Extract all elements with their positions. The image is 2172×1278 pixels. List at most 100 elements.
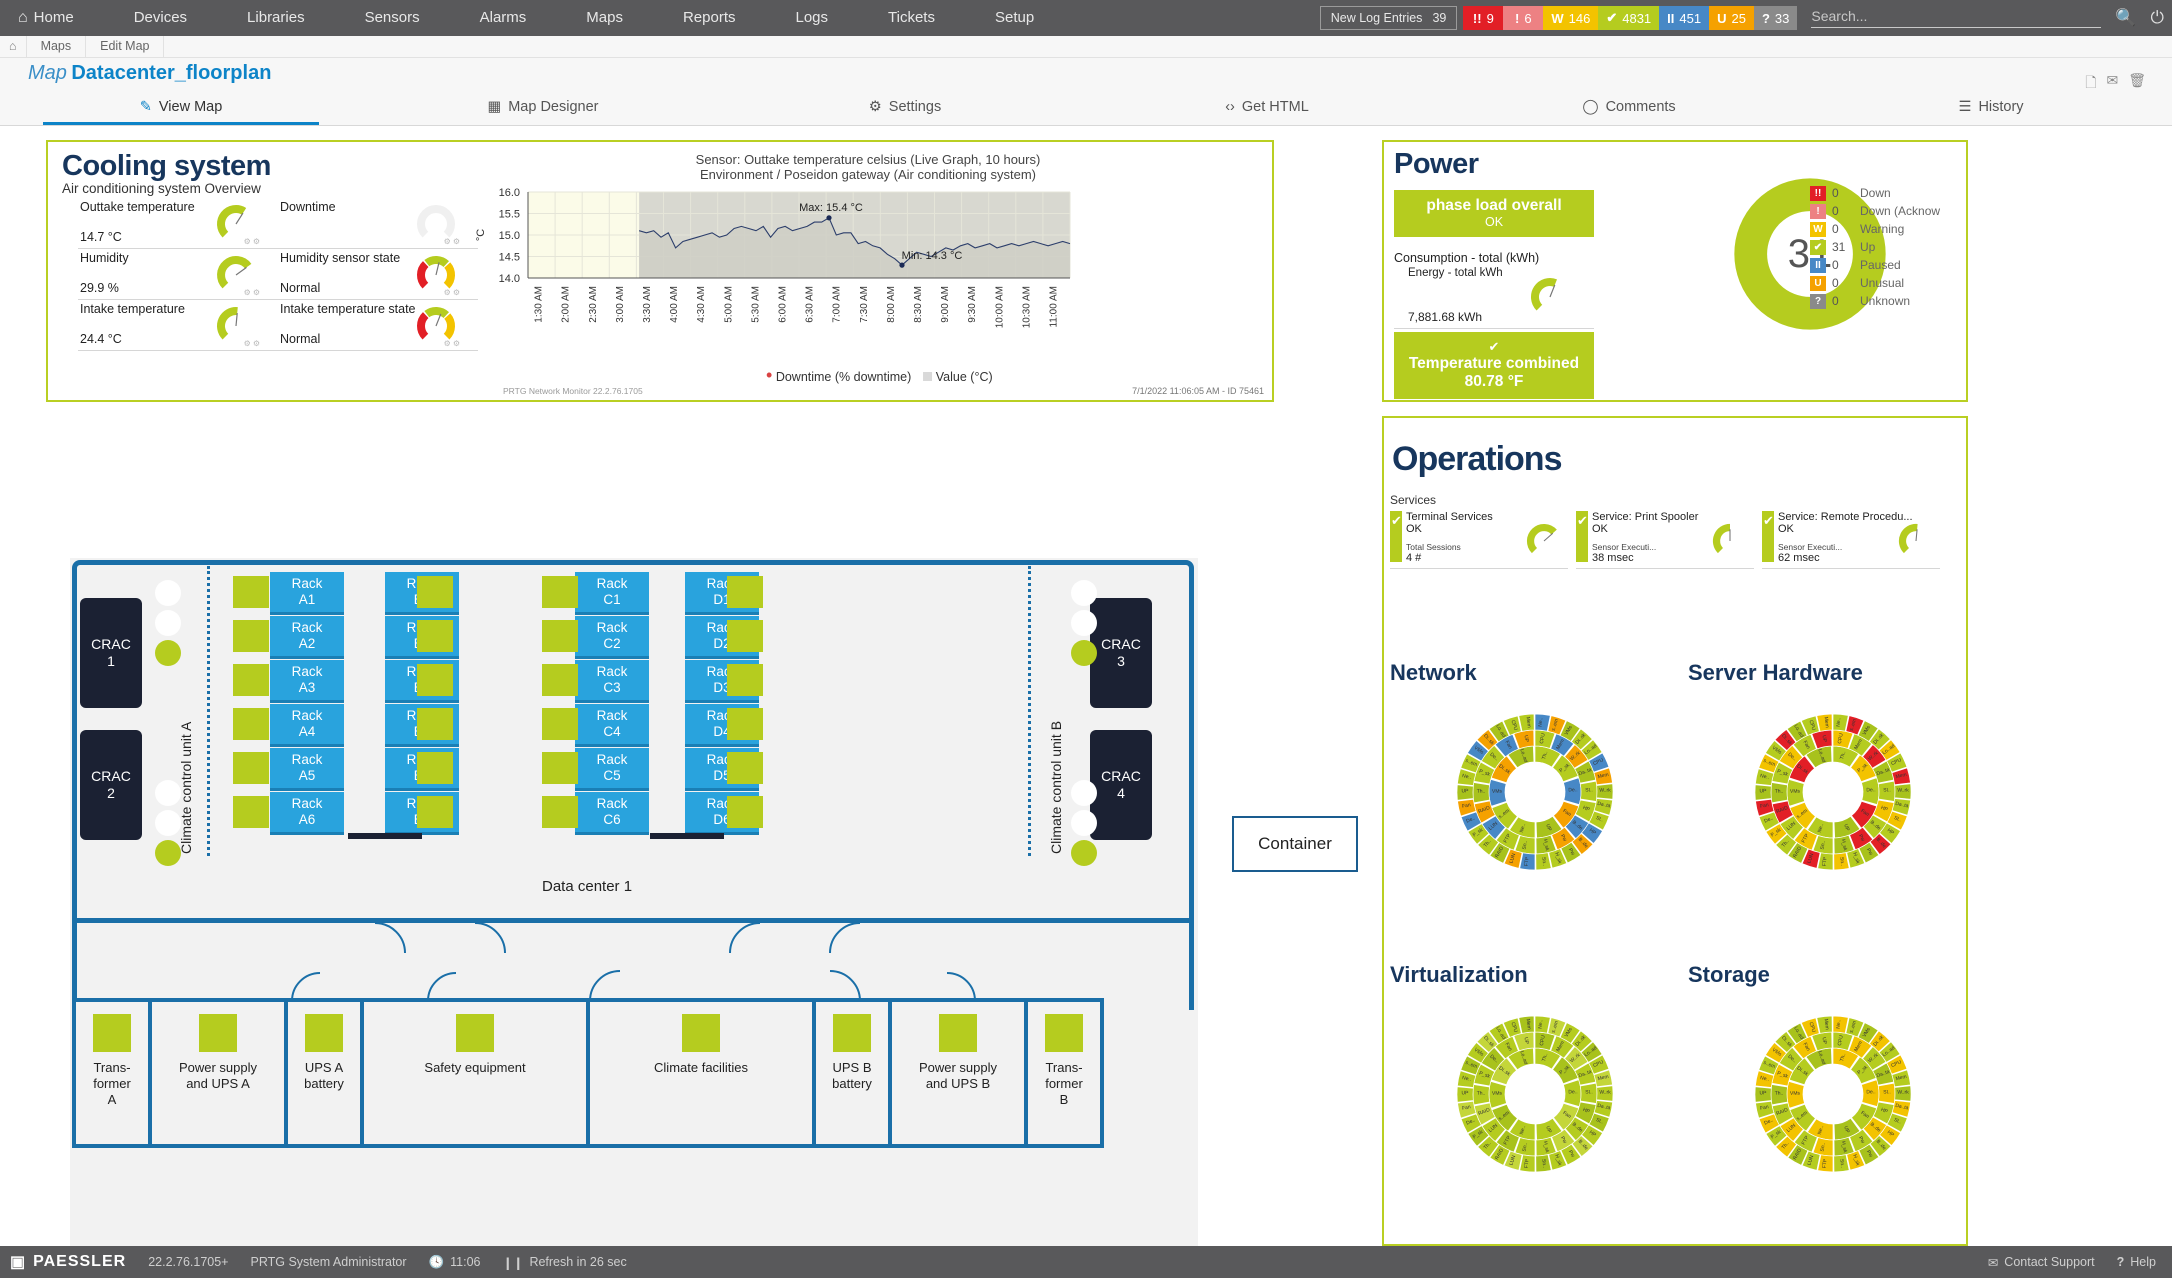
rack-C3[interactable]: RackC3 xyxy=(575,660,649,703)
rack-A3[interactable]: RackA3 xyxy=(270,660,344,703)
rack-sensor-B3[interactable] xyxy=(417,664,453,696)
cooling-gauge-1[interactable]: Downtime⚙⚙ xyxy=(278,198,478,249)
room-sensor[interactable] xyxy=(833,1014,871,1052)
rack-A2[interactable]: RackA2 xyxy=(270,616,344,659)
cooling-gauge-4[interactable]: Intake temperature24.4 °C⚙⚙ xyxy=(78,300,278,351)
status-pill-down-acknowledged[interactable]: !6 xyxy=(1503,6,1543,30)
room-4[interactable]: Climate facilities xyxy=(586,998,816,1148)
rack-sensor-D6[interactable] xyxy=(727,796,763,828)
tab-settings[interactable]: ⚙Settings xyxy=(724,88,1086,125)
gauge-mini-icons[interactable]: ⚙⚙ xyxy=(444,339,462,348)
rack-sensor-A2[interactable] xyxy=(233,620,269,652)
rack-sensor-B4[interactable] xyxy=(417,708,453,740)
rack-sensor-C2[interactable] xyxy=(542,620,578,652)
crac-unit-2[interactable]: CRAC2 xyxy=(80,730,142,840)
breadcrumb-item-maps[interactable]: Maps xyxy=(27,36,87,57)
status-pill-warning[interactable]: W146 xyxy=(1543,6,1598,30)
room-3[interactable]: Safety equipment xyxy=(360,998,590,1148)
room-7[interactable]: Trans-formerB xyxy=(1024,998,1104,1148)
breadcrumb-item-edit-map[interactable]: Edit Map xyxy=(86,36,164,57)
rack-sensor-C6[interactable] xyxy=(542,796,578,828)
cooling-gauge-2[interactable]: Humidity29.9 %⚙⚙ xyxy=(78,249,278,300)
topnav-item-alarms[interactable]: Alarms xyxy=(450,0,557,36)
rack-sensor-D3[interactable] xyxy=(727,664,763,696)
rack-sensor-D5[interactable] xyxy=(727,752,763,784)
rack-sensor-C5[interactable] xyxy=(542,752,578,784)
phase-load-banner[interactable]: phase load overall OK xyxy=(1394,190,1594,237)
topnav-item-maps[interactable]: Maps xyxy=(556,0,653,36)
rack-sensor-A3[interactable] xyxy=(233,664,269,696)
room-2[interactable]: UPS Abattery xyxy=(284,998,364,1148)
topnav-item-devices[interactable]: Devices xyxy=(104,0,217,36)
contact-support-link[interactable]: ✉ Contact Support xyxy=(1988,1255,2095,1270)
rack-sensor-C3[interactable] xyxy=(542,664,578,696)
temperature-combined-banner[interactable]: ✔ Temperature combined 80.78 °F xyxy=(1394,332,1594,399)
rack-sensor-C1[interactable] xyxy=(542,576,578,608)
tab-map-designer[interactable]: ▦Map Designer xyxy=(362,88,724,125)
search-icon[interactable]: 🔍 xyxy=(2115,8,2136,28)
tab-view-map[interactable]: ✎View Map xyxy=(0,88,362,125)
status-pill-up[interactable]: ✔4831 xyxy=(1598,6,1659,30)
rack-A1[interactable]: RackA1 xyxy=(270,572,344,615)
room-sensor[interactable] xyxy=(682,1014,720,1052)
room-1[interactable]: Power supplyand UPS A xyxy=(148,998,288,1148)
crac-unit-3[interactable]: CRAC3 xyxy=(1090,598,1152,708)
footer-refresh[interactable]: ❙❙ Refresh in 26 sec xyxy=(480,1255,626,1270)
room-6[interactable]: Power supplyand UPS B xyxy=(888,998,1028,1148)
rack-C6[interactable]: RackC6 xyxy=(575,792,649,835)
topnav-item-home[interactable]: ⌂Home xyxy=(0,0,104,36)
rack-C2[interactable]: RackC2 xyxy=(575,616,649,659)
status-pill-unusual[interactable]: U25 xyxy=(1709,6,1754,30)
rack-sensor-B5[interactable] xyxy=(417,752,453,784)
room-sensor[interactable] xyxy=(456,1014,494,1052)
cooling-gauge-5[interactable]: Intake temperature stateNormal⚙⚙ xyxy=(278,300,478,351)
sunburst-network[interactable]: NetworkTh..P_skDe..FanUPNe..s..emVMsDi..… xyxy=(1390,660,1680,890)
room-sensor[interactable] xyxy=(939,1014,977,1052)
tab-comments[interactable]: ◯Comments xyxy=(1448,88,1810,125)
rack-sensor-A5[interactable] xyxy=(233,752,269,784)
rack-sensor-D2[interactable] xyxy=(727,620,763,652)
crac-unit-1[interactable]: CRAC1 xyxy=(80,598,142,708)
cooling-gauge-0[interactable]: Outtake temperature14.7 °C⚙⚙ xyxy=(78,198,278,249)
status-row-unusual[interactable]: U0Unusual xyxy=(1810,274,1958,292)
rack-sensor-D1[interactable] xyxy=(727,576,763,608)
sunburst-virtualization[interactable]: VirtualizationTh..P_skDe..FanUPNe..s..em… xyxy=(1390,962,1680,1192)
sunburst-server-hardware[interactable]: Server HardwareTh..P_skDe..FanUPNe..s..e… xyxy=(1688,660,1978,890)
status-row-paused[interactable]: II0Paused xyxy=(1810,256,1958,274)
topnav-item-reports[interactable]: Reports xyxy=(653,0,766,36)
status-pill-unknown[interactable]: ?33 xyxy=(1754,6,1797,30)
service-card-1[interactable]: ✔Service: Print SpoolerOKSensor Executi.… xyxy=(1576,511,1754,569)
breadcrumb-home-icon[interactable]: ⌂ xyxy=(0,36,27,57)
help-link[interactable]: ? Help xyxy=(2117,1255,2156,1270)
rack-sensor-A1[interactable] xyxy=(233,576,269,608)
rack-A6[interactable]: RackA6 xyxy=(270,792,344,835)
tab-get-html[interactable]: ‹›Get HTML xyxy=(1086,88,1448,125)
gauge-mini-icons[interactable]: ⚙⚙ xyxy=(244,237,262,246)
rack-sensor-D4[interactable] xyxy=(727,708,763,740)
rack-sensor-B6[interactable] xyxy=(417,796,453,828)
topnav-item-libraries[interactable]: Libraries xyxy=(217,0,335,36)
pause-icon[interactable]: ❙❙ xyxy=(502,1255,523,1270)
rack-sensor-B2[interactable] xyxy=(417,620,453,652)
container-object[interactable]: Container xyxy=(1232,816,1358,872)
cooling-gauge-3[interactable]: Humidity sensor stateNormal⚙⚙ xyxy=(278,249,478,300)
rack-sensor-C4[interactable] xyxy=(542,708,578,740)
rack-C5[interactable]: RackC5 xyxy=(575,748,649,791)
gauge-mini-icons[interactable]: ⚙⚙ xyxy=(244,288,262,297)
topnav-item-tickets[interactable]: Tickets xyxy=(858,0,965,36)
status-row-up[interactable]: ✔31Up xyxy=(1810,238,1958,256)
service-card-0[interactable]: ✔Terminal ServicesOKTotal Sessions4 # xyxy=(1390,511,1568,569)
rack-C1[interactable]: RackC1 xyxy=(575,572,649,615)
gauge-mini-icons[interactable]: ⚙⚙ xyxy=(444,288,462,297)
status-row-down-acknow[interactable]: !0Down (Acknow xyxy=(1810,202,1958,220)
room-sensor[interactable] xyxy=(1045,1014,1083,1052)
rack-A5[interactable]: RackA5 xyxy=(270,748,344,791)
rack-sensor-A6[interactable] xyxy=(233,796,269,828)
topnav-item-setup[interactable]: Setup xyxy=(965,0,1064,36)
rack-sensor-B1[interactable] xyxy=(417,576,453,608)
gauge-mini-icons[interactable]: ⚙⚙ xyxy=(444,237,462,246)
rack-C4[interactable]: RackC4 xyxy=(575,704,649,747)
status-row-down[interactable]: !!0Down xyxy=(1810,184,1958,202)
topnav-item-logs[interactable]: Logs xyxy=(766,0,859,36)
rack-A4[interactable]: RackA4 xyxy=(270,704,344,747)
